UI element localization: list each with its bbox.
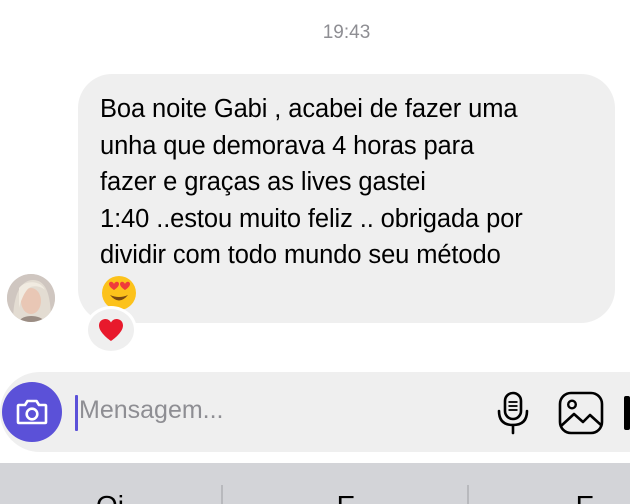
suggestion-divider — [221, 485, 223, 504]
avatar[interactable] — [7, 274, 55, 322]
microphone-icon[interactable] — [493, 390, 533, 436]
message-text: Boa noite Gabi , acabei de fazer uma unh… — [100, 91, 595, 274]
message-line: fazer e graças as lives gastei — [100, 168, 426, 196]
sticker-icon[interactable] — [624, 396, 630, 430]
message-line: unha que demorava 4 horas para — [100, 131, 475, 160]
heart-eyes-emoji-icon — [102, 275, 136, 310]
suggestion-item[interactable]: Oi — [60, 491, 160, 504]
red-heart-icon — [99, 319, 123, 341]
message-line: dividir com todo mundo seu método — [100, 241, 501, 269]
message-input[interactable]: Mensagem... — [79, 396, 224, 425]
message-composer: Mensagem... — [0, 372, 630, 452]
text-cursor — [75, 395, 78, 431]
camera-icon — [16, 399, 48, 425]
timestamp: 19:43 — [322, 22, 371, 43]
keyboard-suggestion-bar: Oi E E — [0, 463, 630, 504]
suggestion-item[interactable]: E — [296, 491, 396, 504]
message-line: 1:40 ..estou muito feliz .. obrigada por — [100, 204, 523, 233]
suggestion-item[interactable]: E — [535, 491, 630, 504]
avatar-photo — [7, 274, 55, 322]
message-line: Boa noite Gabi , acabei de fazer uma — [100, 95, 518, 123]
camera-button[interactable] — [2, 382, 62, 442]
suggestion-divider — [467, 485, 469, 504]
message-bubble[interactable]: Boa noite Gabi , acabei de fazer uma unh… — [78, 74, 615, 323]
gallery-icon[interactable] — [557, 390, 605, 436]
heart-reaction[interactable] — [85, 306, 137, 354]
